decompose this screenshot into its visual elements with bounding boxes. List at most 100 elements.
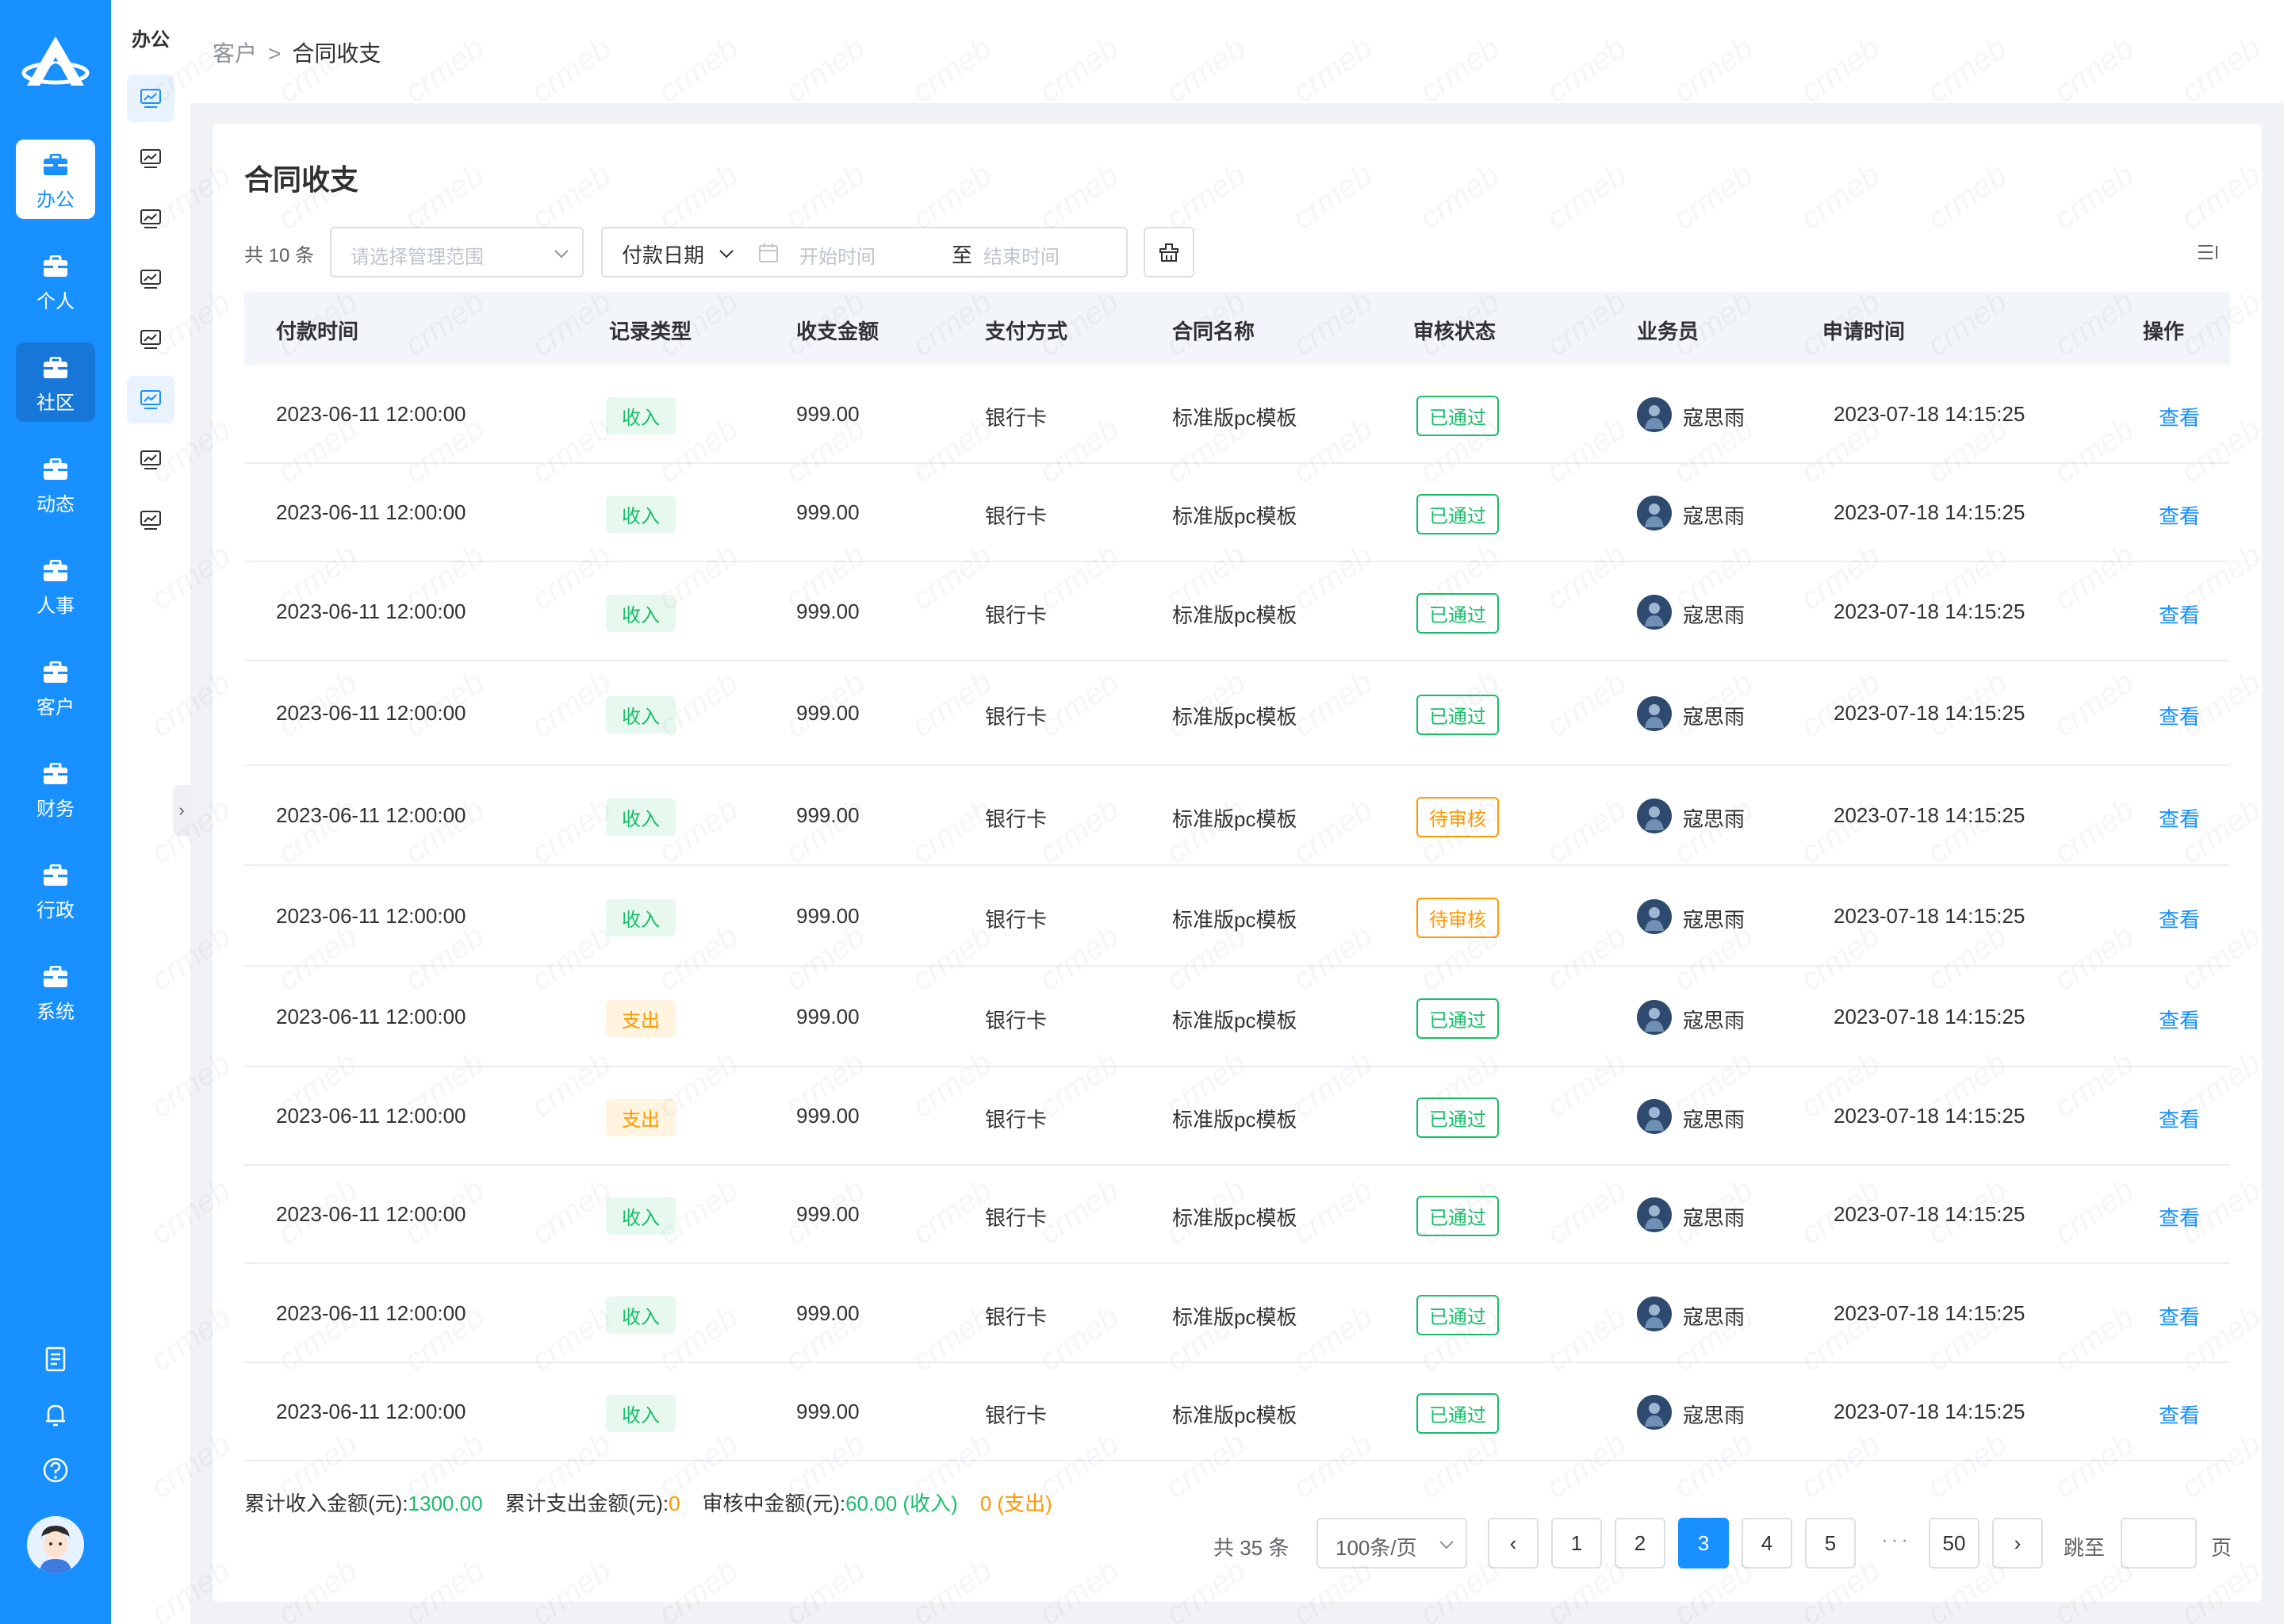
pay-time-cell: 2023-06-11 12:00:00: [276, 1400, 466, 1423]
jump-to-page-input[interactable]: [2121, 1518, 2197, 1568]
salesman-name: 寇思雨: [1683, 1008, 1746, 1032]
page-button-1[interactable]: 1: [1551, 1518, 1602, 1568]
record-type-tag: 收入: [606, 1395, 676, 1432]
salesman-name: 寇思雨: [1683, 405, 1746, 430]
nav-item-label: 个人: [36, 291, 75, 312]
view-link[interactable]: 查看: [2159, 1301, 2200, 1331]
next-page-button[interactable]: ›: [1992, 1518, 2043, 1568]
start-date-input[interactable]: 开始时间: [799, 241, 876, 269]
prev-page-button[interactable]: ‹: [1488, 1518, 1539, 1568]
audit-status-badge: 已通过: [1416, 998, 1499, 1039]
primary-sidebar: 办公个人社区动态人事客户财务行政系统: [0, 0, 111, 1624]
subnav-item-7[interactable]: [127, 496, 174, 544]
page-button-5[interactable]: 5: [1805, 1518, 1856, 1568]
app-logo-icon[interactable]: [21, 33, 90, 94]
record-type-tag: 支出: [606, 1099, 676, 1136]
chart-monitor-icon: [140, 270, 161, 289]
page-suffix-label: 页: [2211, 1536, 2232, 1560]
amount-cell: 999.00: [796, 1104, 860, 1128]
column-header: 审核状态: [1413, 320, 1496, 343]
subnav-item-0[interactable]: [127, 75, 174, 122]
audit-status-badge: 待审核: [1416, 797, 1499, 837]
subnav-item-4[interactable]: [127, 316, 174, 363]
nav-item-3[interactable]: 动态: [16, 444, 95, 523]
nav-item-5[interactable]: 客户: [16, 647, 95, 726]
nav-item-1[interactable]: 个人: [16, 241, 95, 320]
expense-total-label: 累计支出金额(元):: [504, 1492, 669, 1515]
page-button-last[interactable]: 50: [1929, 1518, 1979, 1568]
pending-total-label: 审核中金额(元):: [702, 1492, 846, 1515]
pagination-total: 共 35 条: [1213, 1536, 1290, 1560]
breadcrumb-parent[interactable]: 客户: [213, 41, 257, 66]
view-link[interactable]: 查看: [2159, 402, 2200, 431]
help-icon[interactable]: [41, 1456, 70, 1484]
view-link[interactable]: 查看: [2159, 1400, 2200, 1429]
briefcase-icon: [44, 154, 67, 175]
record-count: 共 10 条: [244, 245, 315, 266]
salesman-avatar: [1637, 999, 1672, 1035]
date-type-select[interactable]: 付款日期: [622, 239, 704, 269]
view-link[interactable]: 查看: [2159, 904, 2200, 933]
apply-time-cell: 2023-07-18 14:15:25: [1834, 401, 2025, 426]
pay-time-cell: 2023-06-11 12:00:00: [276, 401, 466, 426]
view-link[interactable]: 查看: [2159, 701, 2200, 730]
collapse-sidebar-button[interactable]: ›: [173, 785, 190, 836]
record-type-tag: 收入: [606, 396, 676, 435]
subnav-item-5[interactable]: [127, 376, 174, 423]
salesman-name: 寇思雨: [1683, 807, 1746, 831]
nav-item-7[interactable]: 行政: [16, 850, 95, 929]
breadcrumb-current: 合同收支: [292, 41, 381, 66]
table-row: 2023-06-11 12:00:00 支出 999.00 银行卡 标准版pc模板 已通过…: [244, 967, 2230, 1067]
page-size-select[interactable]: 100条/页: [1316, 1518, 1467, 1568]
subnav-item-1[interactable]: [127, 135, 174, 182]
audit-status-badge: 已通过: [1416, 395, 1499, 436]
page-button-3[interactable]: 3: [1678, 1518, 1729, 1568]
salesman-avatar: [1637, 898, 1672, 934]
contract-name-cell: 标准版pc模板: [1172, 504, 1297, 528]
apply-time-cell: 2023-07-18 14:15:25: [1834, 599, 2025, 623]
nav-item-4[interactable]: 人事: [16, 546, 95, 625]
bell-icon[interactable]: [41, 1400, 70, 1429]
apply-time-cell: 2023-07-18 14:15:25: [1834, 701, 2025, 725]
salesman-avatar: [1637, 594, 1672, 630]
view-link[interactable]: 查看: [2159, 1005, 2200, 1034]
view-link[interactable]: 查看: [2159, 1202, 2200, 1231]
pay-time-cell: 2023-06-11 12:00:00: [276, 1202, 466, 1226]
user-avatar[interactable]: [27, 1516, 84, 1573]
table-row: 2023-06-11 12:00:00 收入 999.00 银行卡 标准版pc模板 待审核…: [244, 766, 2230, 866]
page-ellipsis[interactable]: ···: [1881, 1527, 1911, 1552]
salesman-name: 寇思雨: [1683, 1404, 1746, 1427]
audit-status-badge: 已通过: [1416, 1393, 1499, 1434]
payment-method-cell: 银行卡: [985, 1108, 1048, 1132]
clear-icon: [1159, 243, 1178, 262]
subnav-item-2[interactable]: [127, 195, 174, 243]
amount-cell: 999.00: [796, 1202, 860, 1226]
view-link[interactable]: 查看: [2159, 1104, 2200, 1133]
scope-select[interactable]: 请选择管理范围: [330, 227, 584, 278]
subnav-item-3[interactable]: [127, 255, 174, 303]
view-link[interactable]: 查看: [2159, 803, 2200, 833]
payment-method-cell: 银行卡: [985, 1008, 1048, 1032]
nav-item-8[interactable]: 系统: [16, 952, 95, 1031]
view-link[interactable]: 查看: [2159, 599, 2200, 629]
apply-time-cell: 2023-07-18 14:15:25: [1834, 1004, 2025, 1028]
pay-time-cell: 2023-06-11 12:00:00: [276, 1300, 466, 1325]
nav-item-6[interactable]: 财务: [16, 749, 95, 828]
nav-item-0[interactable]: 办公: [16, 140, 95, 219]
amount-cell: 999.00: [796, 1300, 860, 1325]
end-date-input[interactable]: 结束时间: [983, 241, 1060, 269]
page-button-2[interactable]: 2: [1615, 1518, 1665, 1568]
date-range-picker[interactable]: 付款日期 开始时间 至 结束时间: [601, 227, 1128, 278]
chart-monitor-icon: [140, 330, 161, 349]
subnav-item-6[interactable]: [127, 436, 174, 484]
subnav-title: 办公: [132, 29, 170, 51]
page-button-4[interactable]: 4: [1742, 1518, 1792, 1568]
view-link[interactable]: 查看: [2159, 500, 2200, 530]
income-total-label: 累计收入金额(元):: [244, 1492, 408, 1515]
column-settings-icon[interactable]: [2195, 239, 2221, 265]
notes-icon[interactable]: [41, 1345, 70, 1373]
pay-time-cell: 2023-06-11 12:00:00: [276, 500, 466, 524]
page-size-value: 100条/页: [1336, 1536, 1417, 1560]
nav-item-2[interactable]: 社区: [16, 343, 95, 422]
reset-filter-button[interactable]: [1144, 227, 1194, 278]
